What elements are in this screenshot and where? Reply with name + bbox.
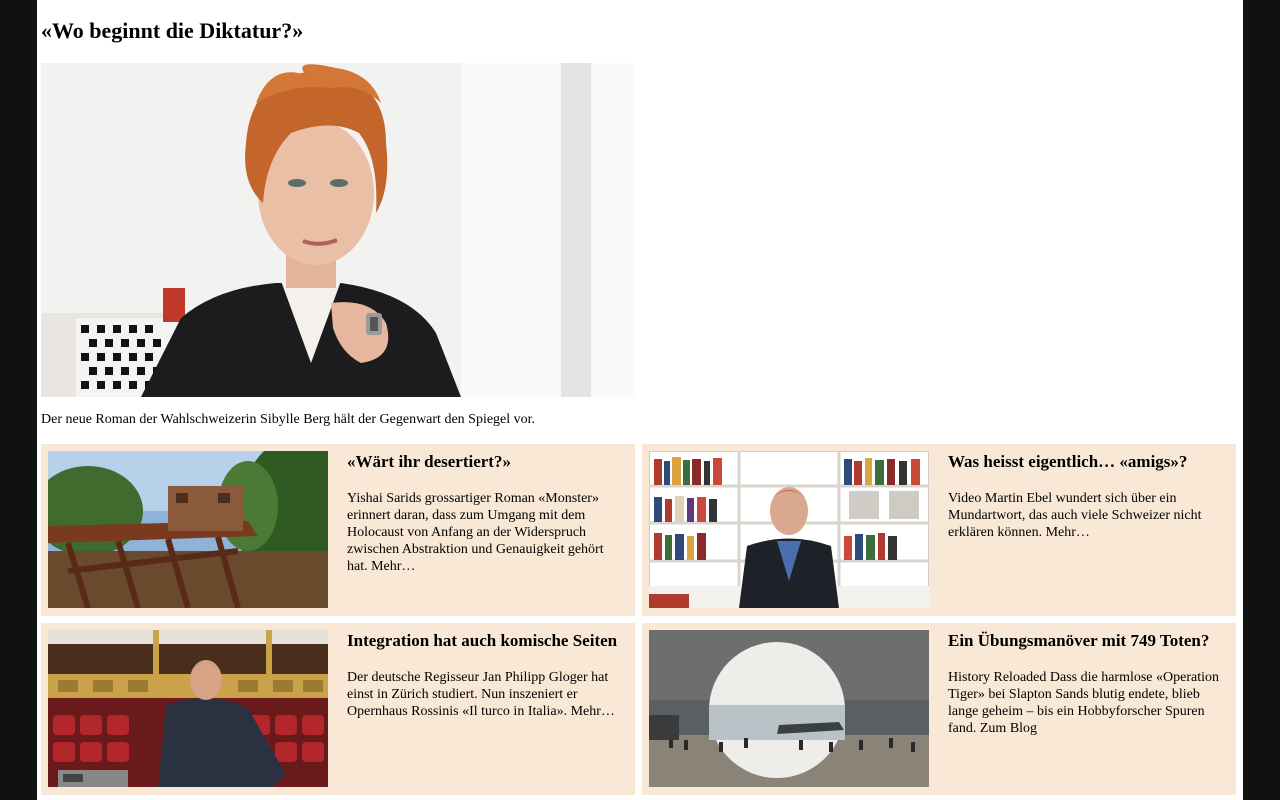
teaser-card[interactable]: Integration hat auch komische Seiten Der… bbox=[41, 623, 635, 795]
teaser-card[interactable]: «Wärt ihr desertiert?» Yishai Sarids gro… bbox=[41, 444, 635, 616]
teaser-card[interactable]: Ein Übungsmanöver mit 749 Toten? History… bbox=[642, 623, 1236, 795]
teaser-image-railway-wagon[interactable] bbox=[48, 451, 328, 608]
hero-caption: Der neue Roman der Wahlschweizerin Sibyl… bbox=[41, 412, 536, 427]
teaser-image-opera-house[interactable] bbox=[48, 630, 328, 787]
teaser-title[interactable]: Integration hat auch komische Seiten bbox=[347, 631, 625, 651]
teaser-title[interactable]: «Wärt ihr desertiert?» bbox=[347, 452, 625, 472]
teaser-image-bookshelf-video[interactable] bbox=[649, 451, 929, 608]
page: «Wo beginnt die Diktatur?» Der neue Roma… bbox=[37, 0, 1243, 800]
teaser-image-beach-landing[interactable] bbox=[649, 630, 929, 787]
teaser-card[interactable]: Was heisst eigentlich… «amigs»? Video Ma… bbox=[642, 444, 1236, 616]
teaser-text: History Reloaded Dass die harmlose «Oper… bbox=[948, 670, 1219, 736]
main-headline[interactable]: «Wo beginnt die Diktatur?» bbox=[41, 17, 303, 45]
teaser-text: Yishai Sarids grossartiger Roman «Monste… bbox=[347, 491, 604, 574]
teaser-title[interactable]: Ein Übungsmanöver mit 749 Toten? bbox=[948, 631, 1226, 651]
teaser-title[interactable]: Was heisst eigentlich… «amigs»? bbox=[948, 452, 1226, 472]
teaser-text: Der deutsche Regisseur Jan Philipp Gloge… bbox=[347, 670, 615, 719]
teaser-text: Video Martin Ebel wundert sich über ein … bbox=[948, 491, 1202, 540]
hero-image[interactable] bbox=[41, 63, 634, 397]
